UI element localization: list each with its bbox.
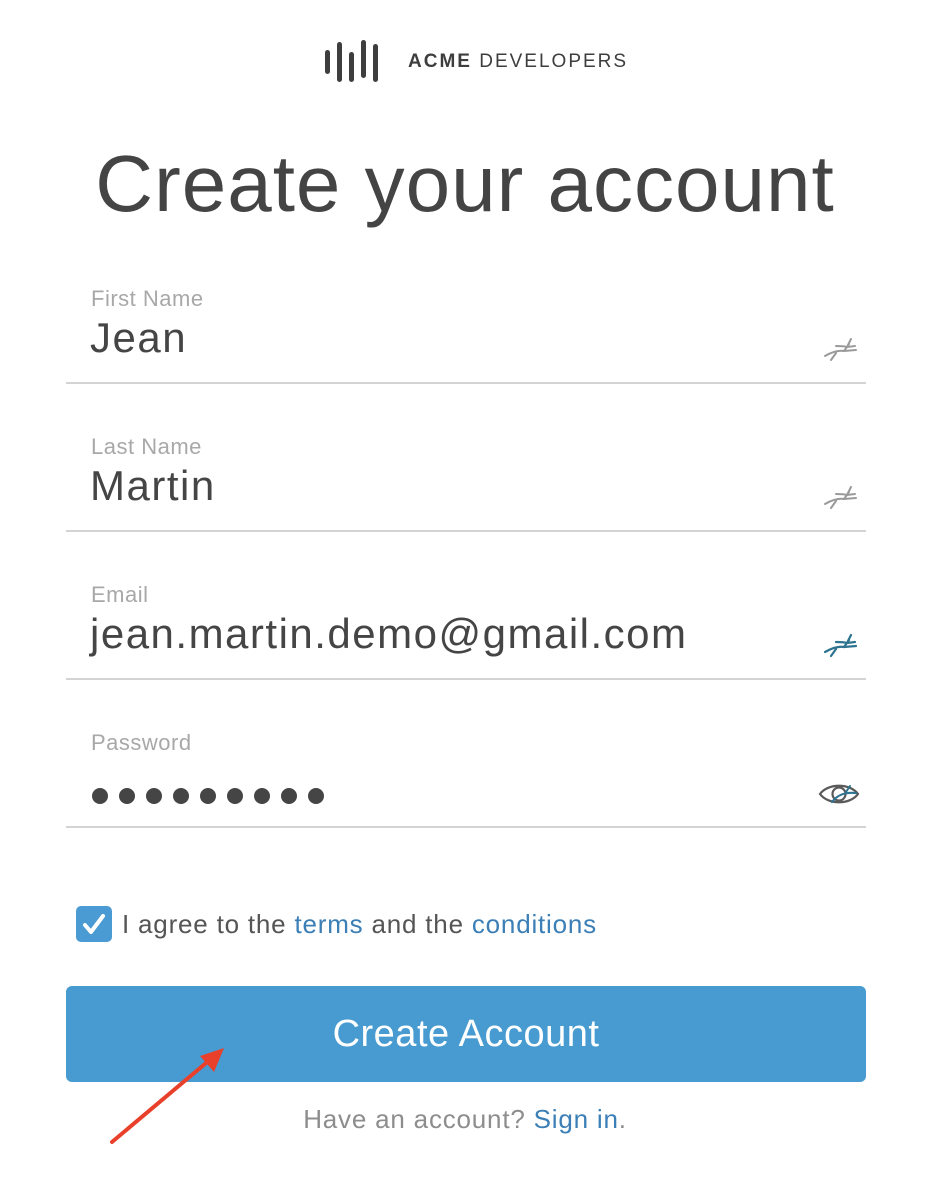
signin-prompt: Have an account?	[303, 1104, 526, 1134]
password-input[interactable]	[92, 788, 324, 804]
last-name-label: Last Name	[91, 434, 202, 459]
agreement-text: I agree to the terms and the conditions	[122, 909, 597, 940]
acme-logo: ACME DEVELOPERS	[324, 38, 628, 86]
password-mask-dot	[227, 788, 243, 804]
first-name-label: First Name	[91, 286, 204, 311]
signin-row: Have an account? Sign in.	[0, 1104, 930, 1135]
signin-link[interactable]: Sign in	[534, 1104, 619, 1134]
checkmark-icon	[83, 914, 105, 934]
last-name-field[interactable]: Last Name Martin	[66, 434, 866, 532]
sound-bars-logo-icon	[325, 40, 378, 82]
password-mask-dot	[173, 788, 189, 804]
password-mask-dot	[119, 788, 135, 804]
password-label: Password	[91, 730, 192, 755]
email-label: Email	[91, 582, 149, 607]
autofill-icon[interactable]	[822, 482, 858, 510]
conditions-link[interactable]: conditions	[472, 909, 597, 939]
page-title: Create your account	[95, 139, 835, 228]
autofill-icon[interactable]	[822, 334, 858, 362]
last-name-input[interactable]: Martin	[90, 462, 216, 510]
email-field[interactable]: Email jean.martin.demo@gmail.com	[66, 582, 866, 680]
create-account-button[interactable]: Create Account	[66, 986, 866, 1082]
autofill-icon[interactable]	[822, 630, 858, 658]
logo-text: ACME DEVELOPERS	[408, 51, 628, 73]
password-mask-dot	[200, 788, 216, 804]
logo-suffix: DEVELOPERS	[479, 51, 629, 72]
password-mask-dot	[92, 788, 108, 804]
show-password-eye-icon[interactable]	[818, 780, 860, 808]
terms-link[interactable]: terms	[294, 909, 363, 939]
first-name-field[interactable]: First Name Jean	[66, 286, 866, 384]
logo-brand: ACME	[408, 51, 472, 72]
password-mask-dot	[146, 788, 162, 804]
agree-checkbox[interactable]	[76, 906, 112, 942]
password-mask-dot	[254, 788, 270, 804]
agree-prefix: I agree to the	[122, 908, 287, 939]
password-mask-dot	[281, 788, 297, 804]
password-mask-dot	[308, 788, 324, 804]
first-name-input[interactable]: Jean	[90, 314, 187, 362]
password-field[interactable]: Password	[66, 730, 866, 828]
agreement-row: I agree to the terms and the conditions	[76, 906, 597, 942]
agree-middle: and the	[371, 908, 464, 939]
signin-suffix: .	[618, 1104, 627, 1134]
email-input[interactable]: jean.martin.demo@gmail.com	[90, 610, 688, 658]
